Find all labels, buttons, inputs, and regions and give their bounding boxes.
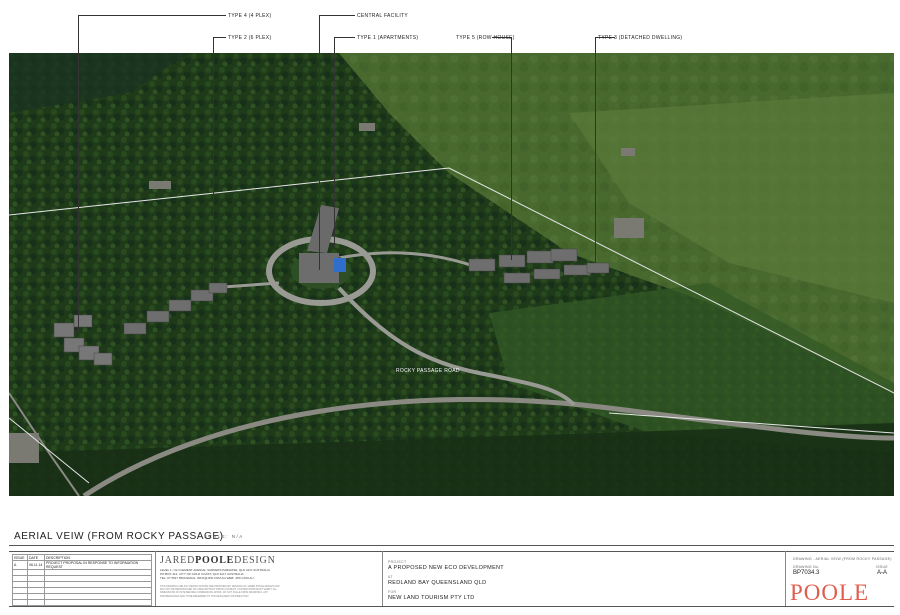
callout-leader-type4-horizontal bbox=[78, 15, 226, 16]
aerial-render bbox=[9, 53, 894, 496]
title-block-divider-3 bbox=[785, 551, 786, 606]
callout-leader-type2-vertical bbox=[213, 37, 214, 283]
client-value: NEW LAND TOURISM PTY LTD bbox=[388, 595, 475, 601]
aerial-photo: ROCKY PASSAGE ROAD bbox=[9, 53, 894, 496]
callout-type2: TYPE 2 (6 PLEX) bbox=[228, 35, 272, 41]
firm-name-part-3: DESIGN bbox=[234, 555, 276, 566]
title-block-rule-top bbox=[9, 545, 894, 546]
callout-type4: TYPE 4 (4 PLEX) bbox=[228, 13, 272, 19]
callout-leader-type1-horizontal bbox=[334, 37, 355, 38]
firm-address-block: LEVEL 1 / 22 CLEMENT AVENUE, SURFERS PAR… bbox=[160, 568, 280, 580]
callout-type1: TYPE 1 (APARTMENTS) bbox=[357, 35, 419, 41]
callout-central-facility: CENTRAL FACILITY bbox=[357, 13, 409, 19]
firm-wordmark: JAREDPOOLEDESIGN bbox=[160, 555, 276, 566]
firm-name-part-1: JARED bbox=[160, 555, 196, 566]
drawing-number-value: BP7034.3 bbox=[793, 570, 820, 576]
issue-cell: A bbox=[12, 560, 28, 570]
callout-leader-central-horizontal bbox=[319, 15, 355, 16]
description-cell: PROJECT PROPOSAL IN RESPONSE TO INFORMAT… bbox=[44, 560, 152, 570]
date-cell: 06.11.14 bbox=[27, 560, 45, 570]
location-label: AT bbox=[388, 575, 393, 579]
title-block-divider-1 bbox=[155, 551, 156, 606]
scale-note: SCALE: N/A bbox=[204, 534, 244, 539]
issue-label: ISSUE bbox=[876, 565, 889, 569]
issue-value: A-A bbox=[877, 570, 888, 576]
callout-leader-type2-horizontal bbox=[213, 37, 226, 38]
project-value: A PROPOSED NEW ECO DEVELOPMENT bbox=[388, 565, 504, 571]
issue-table: ISSUE DATE DESCRIPTION A 06.11.14 PROJEC… bbox=[12, 554, 152, 606]
poole-logo: POOLE bbox=[790, 580, 870, 605]
drawing-title: AERIAL VEIW (FROM ROCKY PASSAGE) bbox=[14, 531, 224, 542]
title-block-rule-bottom bbox=[9, 606, 894, 607]
callout-type3: TYPE 3 (DETACHED DWELLING) bbox=[598, 35, 683, 41]
title-block-divider-2 bbox=[382, 551, 383, 606]
client-label: FOR bbox=[388, 590, 397, 594]
callout-leader-type3-vertical bbox=[595, 37, 596, 263]
callout-leader-type4-vertical bbox=[78, 15, 79, 333]
title-block-rule-mid bbox=[9, 551, 894, 552]
callout-leader-type5-vertical bbox=[511, 37, 512, 260]
firm-disclaimer: THIS DRAWING AND ANY DESIGN SHOWN ARE PR… bbox=[160, 585, 280, 598]
table-row bbox=[12, 599, 152, 606]
road-label: ROCKY PASSAGE ROAD bbox=[396, 368, 460, 374]
callout-type5: TYPE 5 (ROW HOUSE) bbox=[456, 35, 515, 41]
callout-leader-central-vertical bbox=[319, 15, 320, 270]
project-label: PROJECT bbox=[388, 560, 407, 564]
drawing-number-label: DRAWING No. bbox=[793, 565, 820, 569]
firm-contact: TEL: 07 5527 5500 EMAIL: INFO@JPD.COM.AU… bbox=[160, 576, 254, 580]
firm-name-part-2: POOLE bbox=[195, 555, 235, 566]
callout-leader-type1-vertical bbox=[334, 37, 335, 247]
table-row: A 06.11.14 PROJECT PROPOSAL IN RESPONSE … bbox=[12, 560, 152, 570]
location-value: REDLAND BAY QUEENSLAND QLD bbox=[388, 580, 487, 586]
drawing-name-label: DRAWING : AERIAL VEIW (FROM ROCKY PASSAG… bbox=[793, 557, 892, 561]
